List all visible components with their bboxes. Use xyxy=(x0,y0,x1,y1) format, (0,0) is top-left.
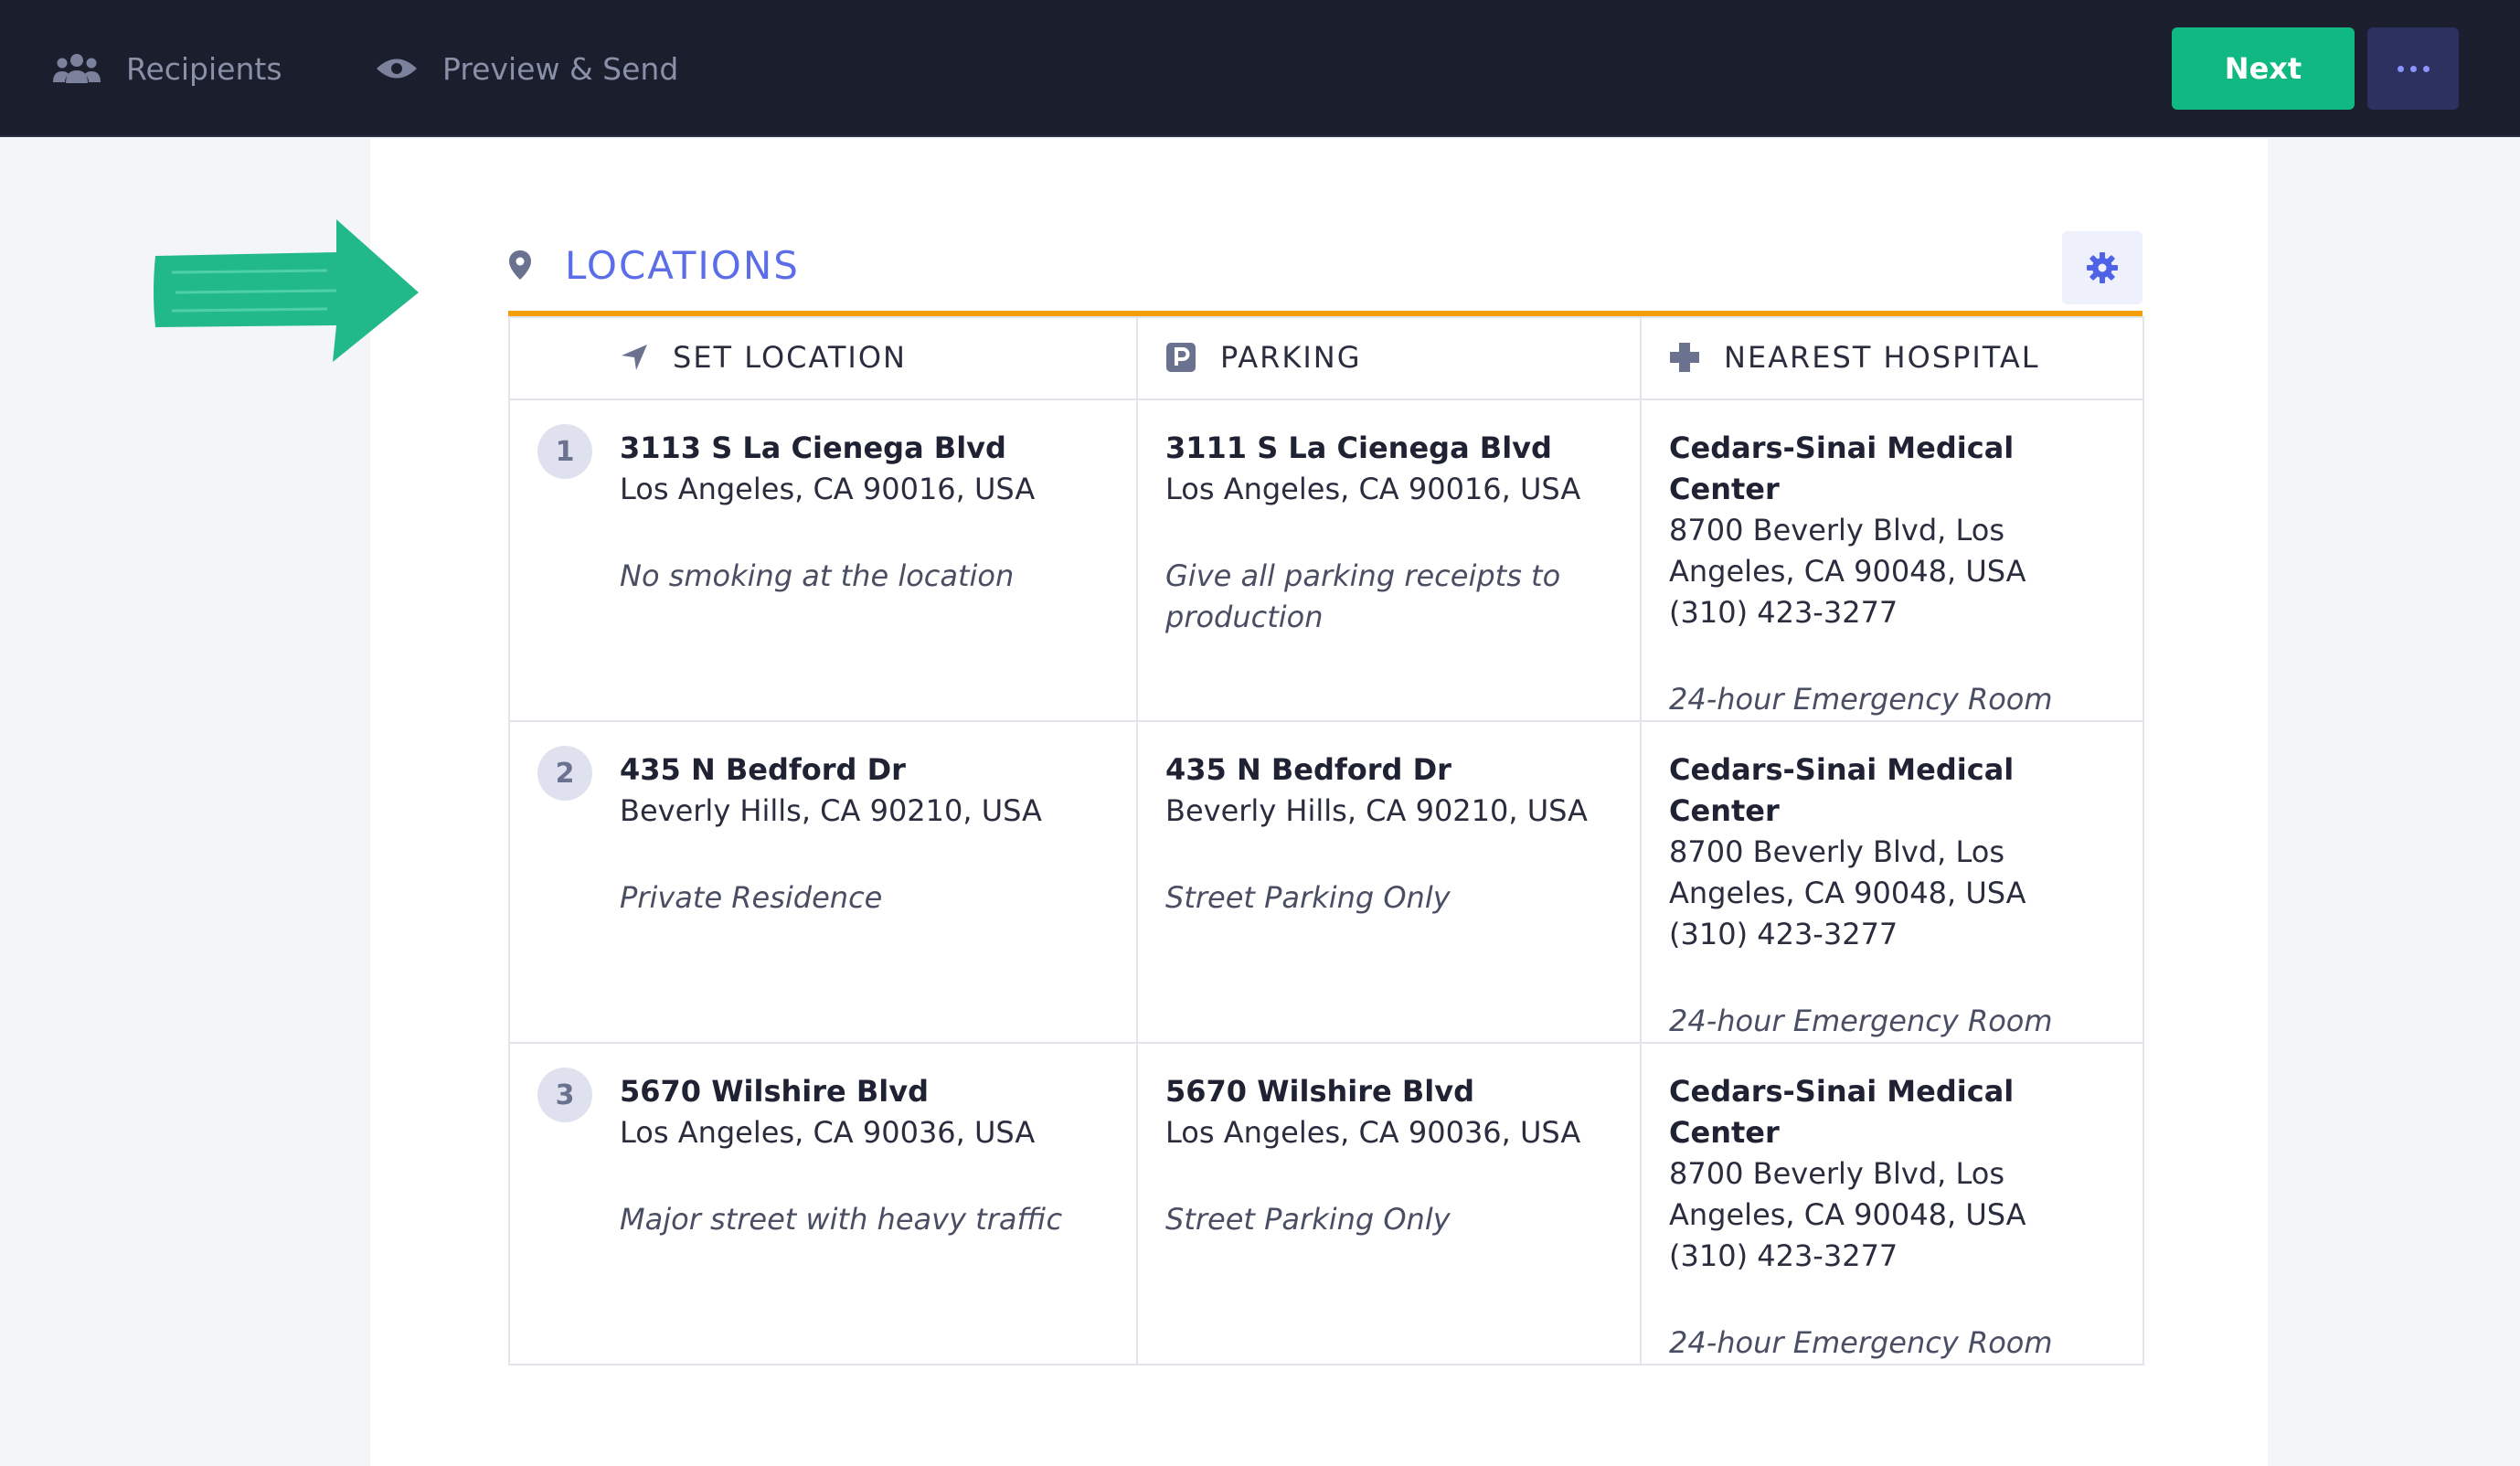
table-header-row: SET LOCATION PARKING NEAREST HOSPITAL xyxy=(508,316,2144,400)
eye-icon xyxy=(377,58,417,79)
location-cell[interactable]: 3 5670 Wilshire Blvd Los Angeles, CA 900… xyxy=(508,1042,1138,1365)
column-header-label: PARKING xyxy=(1220,340,1362,375)
parking-note: Street Parking Only xyxy=(1165,1202,1451,1237)
parking-icon xyxy=(1166,343,1196,372)
hospital-cell[interactable]: Cedars-Sinai Medical Center 8700 Beverly… xyxy=(1640,1042,2144,1365)
hospital-note: 24-hour Emergency Room xyxy=(1669,682,2053,717)
hospital-note: 24-hour Emergency Room xyxy=(1669,1004,2053,1038)
location-street: 3113 S La Cienega Blvd xyxy=(620,430,1006,465)
hospital-phone: (310) 423-3277 xyxy=(1669,917,1898,951)
parking-city: Los Angeles, CA 90036, USA xyxy=(1165,1115,1581,1150)
locations-table: SET LOCATION PARKING NEAREST HOSPITAL 1 … xyxy=(508,316,2144,1365)
column-header-set-location: SET LOCATION xyxy=(508,316,1138,400)
gear-icon xyxy=(2087,252,2118,283)
hospital-phone: (310) 423-3277 xyxy=(1669,1238,1898,1273)
hospital-address: 8700 Beverly Blvd, Los Angeles, CA 90048… xyxy=(1669,513,2026,589)
medical-cross-icon xyxy=(1670,343,1699,372)
top-bar: Recipients Preview & Send Next xyxy=(0,0,2520,137)
locations-header: LOCATIONS xyxy=(508,228,2143,316)
nav-preview-send-label: Preview & Send xyxy=(442,50,679,87)
parking-street: 5670 Wilshire Blvd xyxy=(1165,1074,1474,1109)
location-note: Major street with heavy traffic xyxy=(620,1202,1063,1237)
parking-note: Street Parking Only xyxy=(1165,880,1451,915)
navigation-arrow-icon xyxy=(622,345,647,370)
location-cell[interactable]: 2 435 N Bedford Dr Beverly Hills, CA 902… xyxy=(508,720,1138,1044)
parking-cell[interactable]: 3111 S La Cienega Blvd Los Angeles, CA 9… xyxy=(1136,398,1642,722)
parking-city: Los Angeles, CA 90016, USA xyxy=(1165,472,1581,506)
nav-preview-send[interactable]: Preview & Send xyxy=(375,0,678,137)
parking-city: Beverly Hills, CA 90210, USA xyxy=(1165,793,1588,828)
parking-street: 435 N Bedford Dr xyxy=(1165,752,1451,787)
row-number-badge: 2 xyxy=(537,746,592,801)
section-title-text: LOCATIONS xyxy=(565,242,800,288)
hospital-phone: (310) 423-3277 xyxy=(1669,595,1898,630)
ellipsis-icon xyxy=(2397,65,2404,72)
column-header-label: SET LOCATION xyxy=(673,340,907,375)
row-number-badge: 3 xyxy=(537,1068,592,1122)
row-number-badge: 1 xyxy=(537,424,592,479)
hospital-address: 8700 Beverly Blvd, Los Angeles, CA 90048… xyxy=(1669,1156,2026,1232)
hospital-cell[interactable]: Cedars-Sinai Medical Center 8700 Beverly… xyxy=(1640,720,2144,1044)
column-header-label: NEAREST HOSPITAL xyxy=(1724,340,2040,375)
ellipsis-dot xyxy=(2422,65,2430,72)
hospital-cell[interactable]: Cedars-Sinai Medical Center 8700 Beverly… xyxy=(1640,398,2144,722)
hospital-name: Cedars-Sinai Medical Center xyxy=(1669,752,2015,828)
table-row: 2 435 N Bedford Dr Beverly Hills, CA 902… xyxy=(508,720,2144,1044)
location-city: Los Angeles, CA 90016, USA xyxy=(620,472,1036,506)
hospital-name: Cedars-Sinai Medical Center xyxy=(1669,1074,2015,1150)
table-row: 3 5670 Wilshire Blvd Los Angeles, CA 900… xyxy=(508,1042,2144,1365)
parking-street: 3111 S La Cienega Blvd xyxy=(1165,430,1552,465)
column-header-parking: PARKING xyxy=(1136,316,1642,400)
nav-recipients-label: Recipients xyxy=(126,50,282,87)
ellipsis-dot xyxy=(2409,65,2417,72)
users-icon xyxy=(53,54,101,83)
nav-recipients[interactable]: Recipients xyxy=(51,0,282,137)
arrow-right-icon xyxy=(154,219,419,362)
section-title: LOCATIONS xyxy=(508,228,800,302)
location-street: 5670 Wilshire Blvd xyxy=(620,1074,929,1109)
location-note: Private Residence xyxy=(620,880,883,915)
column-header-nearest-hospital: NEAREST HOSPITAL xyxy=(1640,316,2144,400)
location-city: Beverly Hills, CA 90210, USA xyxy=(620,793,1042,828)
location-cell[interactable]: 1 3113 S La Cienega Blvd Los Angeles, CA… xyxy=(508,398,1138,722)
location-street: 435 N Bedford Dr xyxy=(620,752,906,787)
next-button[interactable]: Next xyxy=(2172,27,2355,110)
hospital-note: 24-hour Emergency Room xyxy=(1669,1325,2053,1360)
location-note: No smoking at the location xyxy=(620,558,1015,593)
parking-cell[interactable]: 435 N Bedford Dr Beverly Hills, CA 90210… xyxy=(1136,720,1642,1044)
hospital-name: Cedars-Sinai Medical Center xyxy=(1669,430,2015,506)
more-options-button[interactable] xyxy=(2367,27,2459,110)
parking-note: Give all parking receipts to production xyxy=(1165,558,1561,634)
map-pin-icon xyxy=(509,250,531,280)
hospital-address: 8700 Beverly Blvd, Los Angeles, CA 90048… xyxy=(1669,834,2026,910)
table-row: 1 3113 S La Cienega Blvd Los Angeles, CA… xyxy=(508,398,2144,722)
location-city: Los Angeles, CA 90036, USA xyxy=(620,1115,1036,1150)
settings-button[interactable] xyxy=(2062,231,2143,304)
parking-cell[interactable]: 5670 Wilshire Blvd Los Angeles, CA 90036… xyxy=(1136,1042,1642,1365)
